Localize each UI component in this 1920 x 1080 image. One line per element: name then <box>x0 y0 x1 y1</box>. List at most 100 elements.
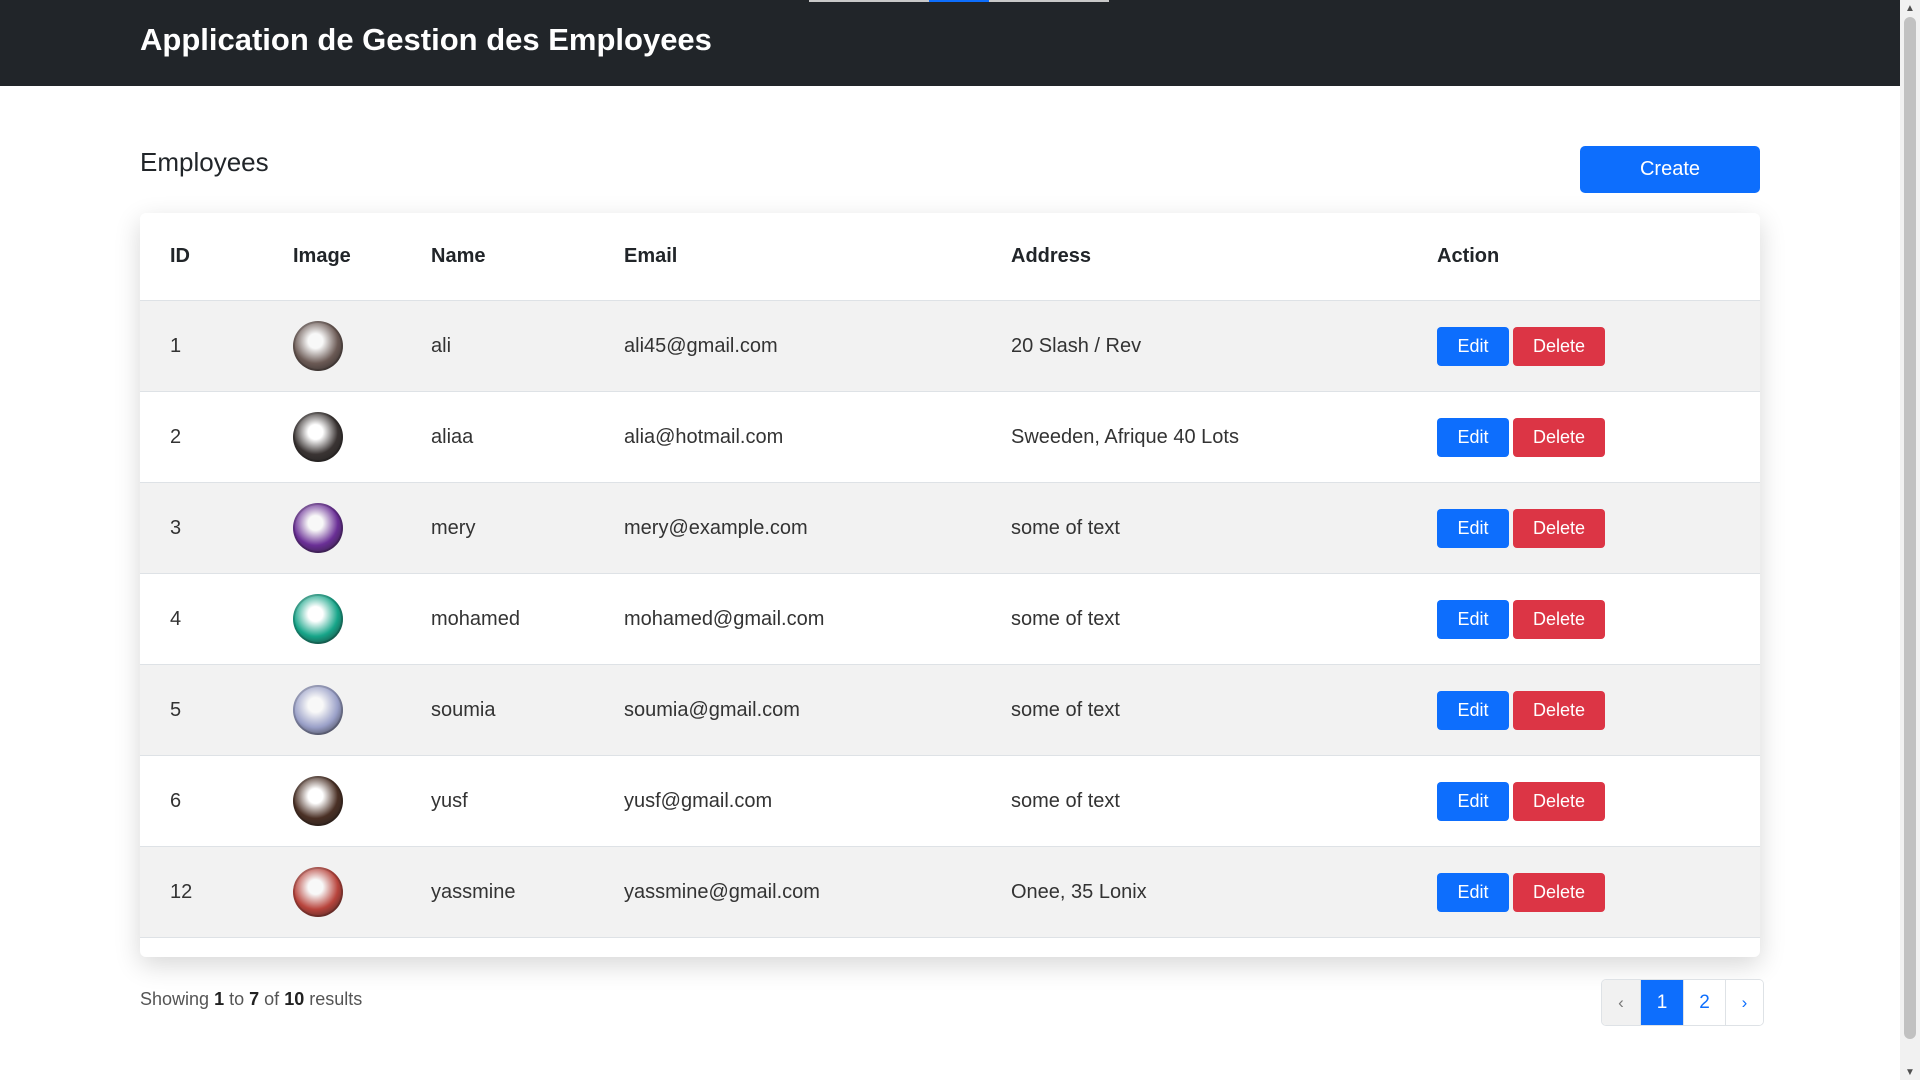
employee-address: some of text <box>1011 789 1120 812</box>
employee-email: soumia@gmail.com <box>624 698 800 721</box>
pagination-prev-button[interactable]: ‹ <box>1602 980 1641 1025</box>
summary-of-word: of <box>264 989 280 1009</box>
scroll-up-arrow-icon[interactable]: ▲ <box>1900 0 1920 16</box>
employee-actions: Edit Delete <box>1407 574 1760 665</box>
summary-total: 10 <box>284 989 305 1009</box>
employee-avatar <box>293 412 343 462</box>
create-button[interactable]: Create <box>1580 146 1760 193</box>
edit-button[interactable]: Edit <box>1437 781 1509 821</box>
vertical-scrollbar[interactable]: ▲ ▼ <box>1900 0 1920 1080</box>
pagination-next-button[interactable]: › <box>1726 980 1763 1025</box>
summary-to-word: to <box>229 989 245 1009</box>
employee-address: some of text <box>1011 607 1120 630</box>
delete-button[interactable]: Delete <box>1513 508 1605 548</box>
employee-id: 2 <box>170 425 182 448</box>
employee-avatar <box>293 503 343 553</box>
employee-avatar <box>293 321 343 371</box>
edit-button[interactable]: Edit <box>1437 872 1509 912</box>
summary-suffix: results <box>309 989 363 1009</box>
employee-image-cell <box>263 574 401 665</box>
navbar: Application de Gestion des Employees <box>0 0 1900 86</box>
edit-button[interactable]: Edit <box>1437 690 1509 730</box>
employee-email: yassmine@gmail.com <box>624 880 820 903</box>
employee-id: 12 <box>170 880 193 903</box>
employee-image-cell <box>263 756 401 847</box>
employee-address: Onee, 35 Lonix <box>1011 880 1147 903</box>
delete-button[interactable]: Delete <box>1513 872 1605 912</box>
column-header-image: Image <box>293 245 351 267</box>
employee-image-cell <box>263 301 401 392</box>
employee-name: ali <box>431 334 452 357</box>
employee-address: some of text <box>1011 698 1120 721</box>
employee-actions: Edit Delete <box>1407 301 1760 392</box>
employee-image-cell <box>263 392 401 483</box>
employee-actions: Edit Delete <box>1407 392 1760 483</box>
employee-name: yassmine <box>431 880 516 903</box>
employee-avatar <box>293 867 343 917</box>
employee-image-cell <box>263 483 401 574</box>
scroll-down-arrow-icon[interactable]: ▼ <box>1900 1064 1920 1080</box>
employee-avatar <box>293 685 343 735</box>
employee-id: 3 <box>170 516 182 539</box>
employee-image-cell <box>263 847 401 938</box>
employee-name: soumia <box>431 698 496 721</box>
employee-name: yusf <box>431 789 468 812</box>
employee-email: ali45@gmail.com <box>624 334 778 357</box>
table-row: 12 yassmine yassmine@gmail.com Onee, 35 Lon… <box>140 846 1760 938</box>
employees-table-card: ID Image Name Email Address Action 1 ali a… <box>140 213 1760 957</box>
page-title: Employees <box>140 147 269 177</box>
employee-actions: Edit Delete <box>1407 483 1760 574</box>
edit-button[interactable]: Edit <box>1437 508 1509 548</box>
table-row: 4 mohamed mohamed@gmail.com some of text Edi… <box>140 573 1760 665</box>
delete-button[interactable]: Delete <box>1513 599 1605 639</box>
column-header-action: Action <box>1437 245 1500 267</box>
column-header-address: Address <box>1011 245 1092 267</box>
employee-email: alia@hotmail.com <box>624 425 784 448</box>
employee-name: mohamed <box>431 607 520 630</box>
employee-email: yusf@gmail.com <box>624 789 773 812</box>
employee-avatar <box>293 776 343 826</box>
employee-email: mery@example.com <box>624 516 808 539</box>
employee-address: some of text <box>1011 516 1120 539</box>
employee-name: aliaa <box>431 425 474 448</box>
column-header-name: Name <box>431 245 486 267</box>
table-row: 6 yusf yusf@gmail.com some of text Edit Delet… <box>140 755 1760 847</box>
pagination-page-2[interactable]: 2 <box>1684 980 1726 1025</box>
nav-accent-highlight <box>929 0 989 2</box>
employee-image-cell <box>263 665 401 756</box>
results-summary: Showing 1 to 7 of 10 results <box>140 989 362 1010</box>
employee-address: 20 Slash / Rev <box>1011 334 1142 357</box>
scroll-thumb[interactable] <box>1904 17 1916 1039</box>
column-header-email: Email <box>624 245 678 267</box>
employee-id: 1 <box>170 334 182 357</box>
employee-email: mohamed@gmail.com <box>624 607 825 630</box>
table-header-row: ID Image Name Email Address Action <box>140 213 1760 301</box>
employee-avatar <box>293 594 343 644</box>
employee-actions: Edit Delete <box>1407 847 1760 938</box>
table-row: 2 aliaa alia@hotmail.com Sweeden, Afrique 4… <box>140 391 1760 483</box>
edit-button[interactable]: Edit <box>1437 599 1509 639</box>
delete-button[interactable]: Delete <box>1513 781 1605 821</box>
pagination: ‹ 1 2 › <box>1601 979 1764 1026</box>
delete-button[interactable]: Delete <box>1513 690 1605 730</box>
pagination-page-1[interactable]: 1 <box>1641 980 1684 1025</box>
employee-actions: Edit Delete <box>1407 665 1760 756</box>
edit-button[interactable]: Edit <box>1437 326 1509 366</box>
column-header-id: ID <box>170 245 190 267</box>
delete-button[interactable]: Delete <box>1513 417 1605 457</box>
table-row: 1 ali ali45@gmail.com 20 Slash / Rev Edit Del… <box>140 300 1760 392</box>
summary-to: 7 <box>249 989 260 1009</box>
summary-prefix: Showing <box>140 989 210 1009</box>
employee-address: Sweeden, Afrique 40 Lots <box>1011 425 1239 448</box>
summary-from: 1 <box>214 989 225 1009</box>
employee-actions: Edit Delete <box>1407 756 1760 847</box>
employees-table: ID Image Name Email Address Action 1 ali a… <box>140 213 1760 938</box>
employee-id: 4 <box>170 607 182 630</box>
table-row: 5 soumia soumia@gmail.com some of text Edit D… <box>140 664 1760 756</box>
edit-button[interactable]: Edit <box>1437 417 1509 457</box>
delete-button[interactable]: Delete <box>1513 326 1605 366</box>
app-brand[interactable]: Application de Gestion des Employees <box>140 20 712 60</box>
employee-id: 6 <box>170 789 182 812</box>
employee-id: 5 <box>170 698 182 721</box>
employee-name: mery <box>431 516 476 539</box>
